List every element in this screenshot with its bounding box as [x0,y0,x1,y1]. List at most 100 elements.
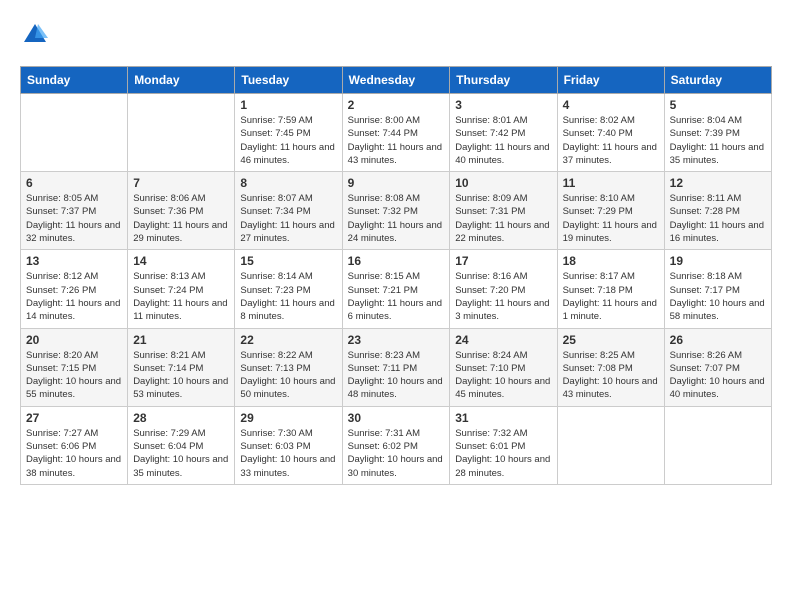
day-info: Sunrise: 8:05 AM Sunset: 7:37 PM Dayligh… [26,192,122,245]
day-info: Sunrise: 8:21 AM Sunset: 7:14 PM Dayligh… [133,349,229,402]
calendar-header-row: SundayMondayTuesdayWednesdayThursdayFrid… [21,67,772,94]
calendar-cell: 19 Sunrise: 8:18 AM Sunset: 7:17 PM Dayli… [664,250,771,328]
calendar-cell: 10 Sunrise: 8:09 AM Sunset: 7:31 PM Dayli… [450,172,557,250]
day-number: 18 [563,254,659,268]
calendar-cell: 1 Sunrise: 7:59 AM Sunset: 7:45 PM Daylig… [235,94,342,172]
calendar-cell [128,94,235,172]
calendar-cell: 20 Sunrise: 8:20 AM Sunset: 7:15 PM Dayli… [21,328,128,406]
day-number: 26 [670,333,766,347]
calendar-cell: 3 Sunrise: 8:01 AM Sunset: 7:42 PM Daylig… [450,94,557,172]
day-number: 22 [240,333,336,347]
day-number: 24 [455,333,551,347]
day-info: Sunrise: 8:13 AM Sunset: 7:24 PM Dayligh… [133,270,229,323]
calendar-cell: 9Sunrise: 8:08 AM Sunset: 7:32 PM Daylig… [342,172,450,250]
calendar-cell: 7 Sunrise: 8:06 AM Sunset: 7:36 PM Daylig… [128,172,235,250]
page-header [20,20,772,50]
calendar-cell [557,406,664,484]
day-info: Sunrise: 8:08 AM Sunset: 7:32 PM Dayligh… [348,192,445,245]
day-number: 31 [455,411,551,425]
day-info: Sunrise: 8:10 AM Sunset: 7:29 PM Dayligh… [563,192,659,245]
day-info: Sunrise: 8:23 AM Sunset: 7:11 PM Dayligh… [348,349,445,402]
calendar-week-1: 1 Sunrise: 7:59 AM Sunset: 7:45 PM Daylig… [21,94,772,172]
day-number: 30 [348,411,445,425]
day-info: Sunrise: 8:07 AM Sunset: 7:34 PM Dayligh… [240,192,336,245]
calendar-cell: 27 Sunrise: 7:27 AM Sunset: 6:06 PM Dayli… [21,406,128,484]
calendar-cell: 14 Sunrise: 8:13 AM Sunset: 7:24 PM Dayli… [128,250,235,328]
day-info: Sunrise: 8:17 AM Sunset: 7:18 PM Dayligh… [563,270,659,323]
day-info: Sunrise: 8:15 AM Sunset: 7:21 PM Dayligh… [348,270,445,323]
day-info: Sunrise: 8:14 AM Sunset: 7:23 PM Dayligh… [240,270,336,323]
calendar-header-saturday: Saturday [664,67,771,94]
calendar-cell: 16 Sunrise: 8:15 AM Sunset: 7:21 PM Dayli… [342,250,450,328]
day-info: Sunrise: 8:00 AM Sunset: 7:44 PM Dayligh… [348,114,445,167]
day-number: 28 [133,411,229,425]
day-number: 15 [240,254,336,268]
calendar-cell [21,94,128,172]
calendar-week-3: 13Sunrise: 8:12 AM Sunset: 7:26 PM Dayli… [21,250,772,328]
day-number: 6 [26,176,122,190]
calendar-cell: 18 Sunrise: 8:17 AM Sunset: 7:18 PM Dayli… [557,250,664,328]
day-number: 25 [563,333,659,347]
day-number: 1 [240,98,336,112]
calendar-header-thursday: Thursday [450,67,557,94]
day-info: Sunrise: 8:01 AM Sunset: 7:42 PM Dayligh… [455,114,551,167]
day-number: 19 [670,254,766,268]
logo [20,20,54,50]
calendar-cell: 24Sunrise: 8:24 AM Sunset: 7:10 PM Dayli… [450,328,557,406]
day-info: Sunrise: 8:02 AM Sunset: 7:40 PM Dayligh… [563,114,659,167]
calendar-cell [664,406,771,484]
day-info: Sunrise: 8:20 AM Sunset: 7:15 PM Dayligh… [26,349,122,402]
day-info: Sunrise: 8:26 AM Sunset: 7:07 PM Dayligh… [670,349,766,402]
day-number: 14 [133,254,229,268]
calendar-header-tuesday: Tuesday [235,67,342,94]
day-number: 4 [563,98,659,112]
calendar-cell: 22 Sunrise: 8:22 AM Sunset: 7:13 PM Dayli… [235,328,342,406]
calendar-cell: 4 Sunrise: 8:02 AM Sunset: 7:40 PM Daylig… [557,94,664,172]
day-number: 16 [348,254,445,268]
day-info: Sunrise: 7:27 AM Sunset: 6:06 PM Dayligh… [26,427,122,480]
calendar-cell: 11 Sunrise: 8:10 AM Sunset: 7:29 PM Dayli… [557,172,664,250]
day-info: Sunrise: 8:06 AM Sunset: 7:36 PM Dayligh… [133,192,229,245]
calendar-week-4: 20 Sunrise: 8:20 AM Sunset: 7:15 PM Dayli… [21,328,772,406]
day-number: 2 [348,98,445,112]
day-info: Sunrise: 7:32 AM Sunset: 6:01 PM Dayligh… [455,427,551,480]
calendar-cell: 2 Sunrise: 8:00 AM Sunset: 7:44 PM Daylig… [342,94,450,172]
day-info: Sunrise: 7:30 AM Sunset: 6:03 PM Dayligh… [240,427,336,480]
calendar-cell: 30Sunrise: 7:31 AM Sunset: 6:02 PM Dayli… [342,406,450,484]
calendar-week-5: 27 Sunrise: 7:27 AM Sunset: 6:06 PM Dayli… [21,406,772,484]
calendar-header-friday: Friday [557,67,664,94]
calendar-cell: 29Sunrise: 7:30 AM Sunset: 6:03 PM Dayli… [235,406,342,484]
day-info: Sunrise: 8:22 AM Sunset: 7:13 PM Dayligh… [240,349,336,402]
day-info: Sunrise: 7:59 AM Sunset: 7:45 PM Dayligh… [240,114,336,167]
day-info: Sunrise: 8:09 AM Sunset: 7:31 PM Dayligh… [455,192,551,245]
day-number: 12 [670,176,766,190]
day-info: Sunrise: 8:18 AM Sunset: 7:17 PM Dayligh… [670,270,766,323]
calendar-cell: 23 Sunrise: 8:23 AM Sunset: 7:11 PM Dayli… [342,328,450,406]
calendar-table: SundayMondayTuesdayWednesdayThursdayFrid… [20,66,772,485]
day-info: Sunrise: 7:29 AM Sunset: 6:04 PM Dayligh… [133,427,229,480]
day-number: 20 [26,333,122,347]
day-number: 27 [26,411,122,425]
day-number: 21 [133,333,229,347]
calendar-cell: 13Sunrise: 8:12 AM Sunset: 7:26 PM Dayli… [21,250,128,328]
calendar-cell: 17 Sunrise: 8:16 AM Sunset: 7:20 PM Dayli… [450,250,557,328]
day-info: Sunrise: 8:04 AM Sunset: 7:39 PM Dayligh… [670,114,766,167]
day-number: 3 [455,98,551,112]
day-info: Sunrise: 8:25 AM Sunset: 7:08 PM Dayligh… [563,349,659,402]
day-info: Sunrise: 8:12 AM Sunset: 7:26 PM Dayligh… [26,270,122,323]
day-number: 7 [133,176,229,190]
calendar-header-wednesday: Wednesday [342,67,450,94]
calendar-cell: 6 Sunrise: 8:05 AM Sunset: 7:37 PM Daylig… [21,172,128,250]
day-number: 23 [348,333,445,347]
day-number: 11 [563,176,659,190]
day-number: 5 [670,98,766,112]
calendar-cell: 12Sunrise: 8:11 AM Sunset: 7:28 PM Dayli… [664,172,771,250]
calendar-cell: 5 Sunrise: 8:04 AM Sunset: 7:39 PM Daylig… [664,94,771,172]
day-info: Sunrise: 8:16 AM Sunset: 7:20 PM Dayligh… [455,270,551,323]
calendar-header-sunday: Sunday [21,67,128,94]
calendar-cell: 26 Sunrise: 8:26 AM Sunset: 7:07 PM Dayli… [664,328,771,406]
logo-icon [20,20,50,50]
day-number: 10 [455,176,551,190]
day-number: 17 [455,254,551,268]
calendar-cell: 28 Sunrise: 7:29 AM Sunset: 6:04 PM Dayli… [128,406,235,484]
